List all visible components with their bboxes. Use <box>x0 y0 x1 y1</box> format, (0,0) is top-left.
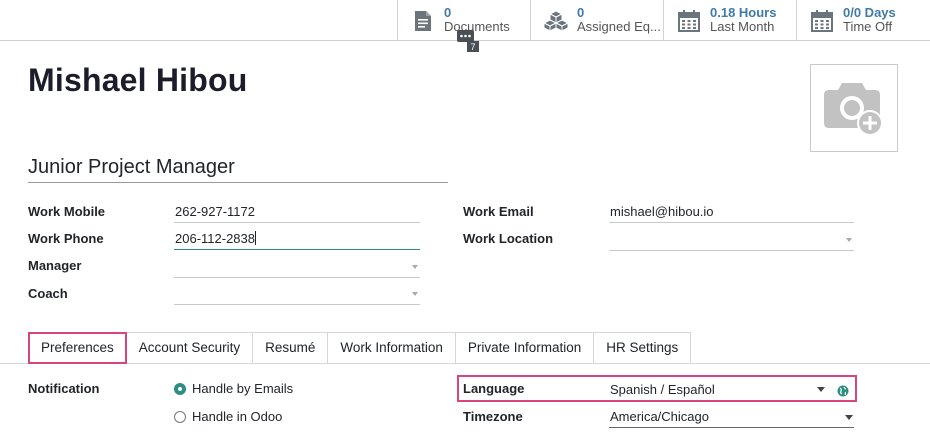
radio-unchecked-icon <box>174 410 186 423</box>
language-label: Language <box>463 381 525 396</box>
work-email-label: Work Email <box>463 204 534 219</box>
work-location-select[interactable] <box>609 231 854 251</box>
hours-value: 0.18 Hours <box>710 6 777 20</box>
chevron-down-icon <box>817 387 825 392</box>
handle-by-emails-label: Handle by Emails <box>192 381 294 396</box>
time-off-label: Time Off <box>843 19 893 34</box>
tab-hr-settings[interactable]: HR Settings <box>594 332 692 364</box>
globe-icon[interactable] <box>837 384 849 397</box>
radio-checked-icon <box>174 382 186 395</box>
camera-add-icon <box>824 83 883 136</box>
chevron-down-icon <box>845 415 853 420</box>
tab-account-security[interactable]: Account Security <box>126 332 254 364</box>
avatar[interactable] <box>810 64 898 152</box>
handle-in-odoo-label: Handle in Odoo <box>192 409 283 424</box>
tab-preferences[interactable]: Preferences <box>28 332 127 364</box>
work-phone-input[interactable]: 206-112-2838 <box>174 230 420 250</box>
assigned-equipment-button[interactable]: 0 Assigned Eq... <box>530 0 663 40</box>
cubes-icon <box>543 8 569 34</box>
documents-count: 0 <box>444 6 452 20</box>
notification-label: Notification <box>28 381 100 396</box>
manager-label: Manager <box>28 258 82 273</box>
work-phone-value: 206-112-2838 <box>175 231 255 246</box>
job-title-field[interactable]: Junior Project Manager <box>28 156 448 183</box>
language-value: Spanish / Español <box>610 382 715 397</box>
timezone-value: America/Chicago <box>610 409 709 424</box>
time-off-button[interactable]: 0/0 Days Time Off <box>796 0 930 40</box>
employee-name[interactable]: Mishael Hibou <box>28 62 248 99</box>
chevron-down-icon <box>846 238 852 242</box>
manager-select[interactable] <box>174 258 420 278</box>
hours-last-month-button[interactable]: 0.18 Hours Last Month <box>663 0 796 40</box>
coach-label: Coach <box>28 286 68 301</box>
equipment-label: Assigned Eq... <box>577 19 661 34</box>
tab-private-information[interactable]: Private Information <box>455 332 595 364</box>
chevron-down-icon <box>412 292 418 296</box>
coach-select[interactable] <box>174 285 420 305</box>
tab-work-information[interactable]: Work Information <box>328 332 456 364</box>
handle-in-odoo-radio[interactable]: Handle in Odoo <box>174 409 282 424</box>
timezone-select[interactable]: America/Chicago <box>609 408 854 428</box>
language-select[interactable]: Spanish / Español <box>609 381 831 401</box>
work-mobile-input[interactable]: 262-927-1172 <box>174 203 420 223</box>
work-mobile-label: Work Mobile <box>28 204 106 219</box>
chevron-down-icon <box>412 265 418 269</box>
calendar-icon <box>676 8 702 34</box>
timezone-label: Timezone <box>463 409 523 424</box>
text-cursor <box>255 231 256 245</box>
handle-by-emails-radio[interactable]: Handle by Emails <box>174 381 293 396</box>
hours-label: Last Month <box>710 19 775 34</box>
tab-resume[interactable]: Resumé <box>253 332 329 364</box>
file-icon <box>410 8 436 34</box>
work-email-input[interactable]: mishael@hibou.io <box>609 203 854 223</box>
chat-badge-count: 7 <box>470 42 475 52</box>
chat-bubble-icon[interactable]: 7 <box>456 29 479 53</box>
work-location-label: Work Location <box>463 231 554 246</box>
work-phone-label: Work Phone <box>28 231 104 246</box>
time-off-value: 0/0 Days <box>843 6 896 20</box>
equipment-count: 0 <box>577 6 585 20</box>
calendar-icon <box>809 8 835 34</box>
notebook-tabs: Preferences Account Security Resumé Work… <box>28 332 692 364</box>
